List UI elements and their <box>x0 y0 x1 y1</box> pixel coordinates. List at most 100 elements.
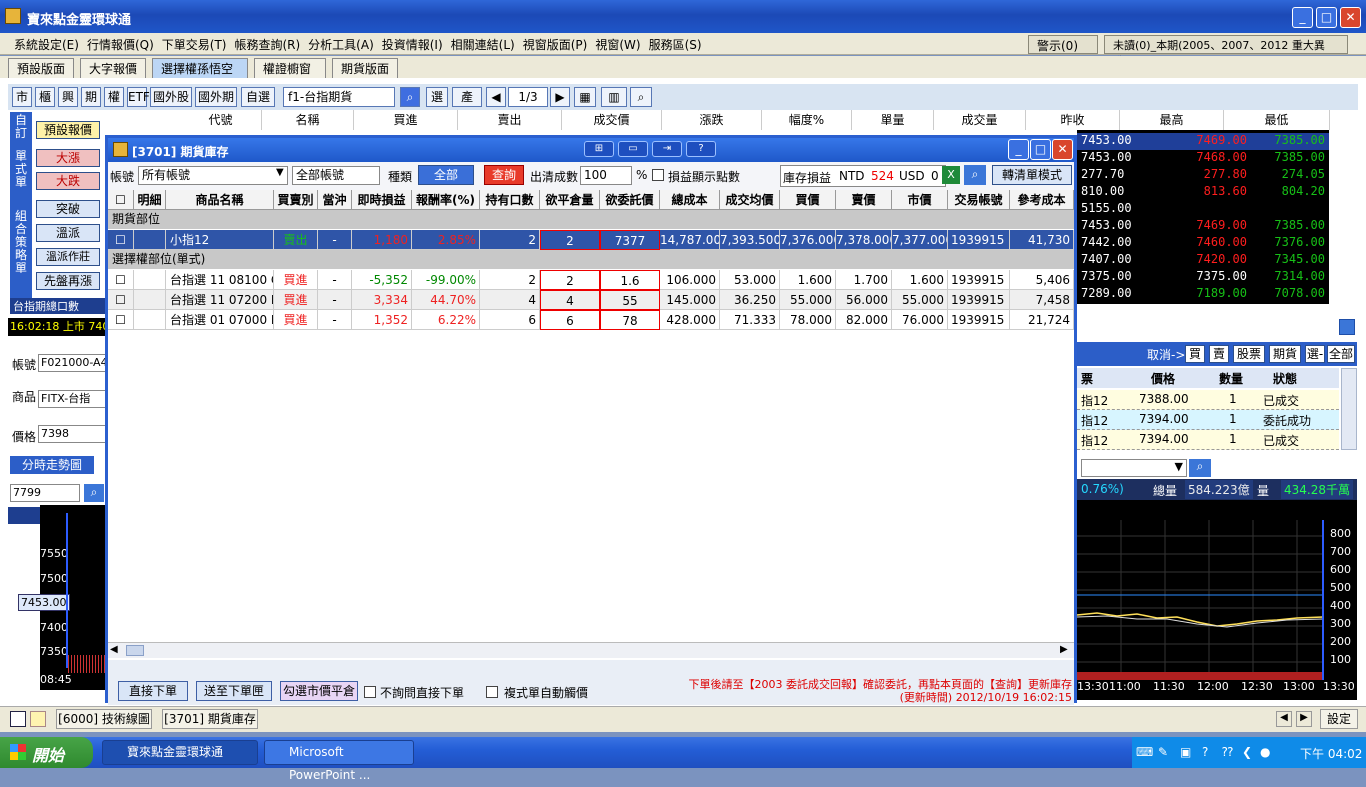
price-field[interactable]: 7398 <box>38 425 106 443</box>
menu-item[interactable]: 行情報價(Q) <box>83 33 158 56</box>
menu-item[interactable]: 投資情報(I) <box>378 33 447 56</box>
custom-button[interactable]: 自選 <box>241 87 275 107</box>
type-dropdown[interactable]: 全部 <box>418 165 474 185</box>
alert-button[interactable]: 警示(0) <box>1028 35 1098 54</box>
sell-button[interactable]: 賣 <box>1209 345 1229 363</box>
close-icon[interactable]: ✕ <box>1340 7 1361 28</box>
panel-icon[interactable] <box>1339 319 1355 335</box>
convert-mode-button[interactable]: 轉清單模式 <box>992 165 1072 185</box>
menu-item[interactable]: 下單交易(T) <box>158 33 231 56</box>
close-qty-input[interactable]: 4 <box>540 290 600 310</box>
order-price-input[interactable]: 7377 <box>600 230 660 250</box>
scroll-left-icon[interactable]: ◀ <box>1276 711 1292 727</box>
scroll-right-icon[interactable]: ▶ <box>1296 711 1312 727</box>
big-up-button[interactable]: 大漲 <box>36 149 100 167</box>
all-filter-button[interactable]: 全部 <box>1327 345 1355 363</box>
otc-button[interactable]: 櫃 <box>35 87 55 107</box>
network-icon[interactable]: ▣ <box>1180 745 1191 759</box>
first-button[interactable]: 先盤再漲 <box>36 272 100 290</box>
window-icon[interactable]: ▭ <box>618 141 648 157</box>
chart-select[interactable]: ▼ <box>1081 459 1187 477</box>
help-icon[interactable]: ? <box>686 141 716 157</box>
table-row[interactable]: 5155.00 <box>1077 201 1329 218</box>
help-icon[interactable]: ? <box>1202 745 1208 759</box>
select-button[interactable]: 選 <box>426 87 448 107</box>
folder-icon[interactable] <box>30 711 46 727</box>
table-row[interactable]: 7442.00 7460.00 7376.00 <box>1077 235 1329 252</box>
menu-item[interactable]: 服務區(S) <box>645 33 706 56</box>
account-field[interactable]: F021000-A41 <box>38 354 106 372</box>
table-row[interactable]: ☐ 台指選 11 07200 P 買進 - 3,334 44.70% 4 4 5… <box>108 290 1074 310</box>
close-qty-input[interactable]: 2 <box>540 270 600 290</box>
tab-warrants[interactable]: 權證櫥窗 <box>254 58 326 78</box>
tool-icon[interactable]: ✎ <box>1158 745 1168 759</box>
menu-item[interactable]: 相關連結(L) <box>447 33 519 56</box>
table-row[interactable]: 7453.00 7469.00 7385.00 <box>1077 218 1329 235</box>
menu-item[interactable]: 系統設定(E) <box>10 33 83 56</box>
direct-order-button[interactable]: 直接下單 <box>118 681 188 701</box>
prev-page-icon[interactable]: ◀ <box>486 87 506 107</box>
auto-trigger-checkbox[interactable] <box>486 686 498 698</box>
excel-icon[interactable]: X <box>942 166 960 184</box>
qty-select[interactable]: 100 <box>580 166 632 185</box>
scroll-right-icon[interactable]: ▶ <box>1060 644 1068 655</box>
tab-default[interactable]: 預設版面 <box>8 58 74 78</box>
unread-button[interactable]: 未讀(0)_本期(2005、2007、2012 重大異動) <box>1104 35 1348 68</box>
minimize-icon[interactable]: _ <box>1292 7 1313 28</box>
send-to-box-button[interactable]: 送至下單匣 <box>196 681 272 701</box>
grid-icon[interactable]: ▦ <box>574 87 596 107</box>
trend-select[interactable]: 7799 <box>10 484 80 502</box>
warm-button[interactable]: 溫派 <box>36 224 100 242</box>
table-row[interactable]: ☐ 台指選 11 08100 C 買進 - -5,352 -99.00% 2 2… <box>108 270 1074 290</box>
horizontal-scrollbar[interactable]: ◀ ▶ <box>108 642 1074 658</box>
taskitem-app[interactable]: 寶來點金靈環球通 <box>102 740 258 765</box>
shield-icon[interactable]: ● <box>1260 745 1270 759</box>
export-icon[interactable]: ⇥ <box>652 141 682 157</box>
foreign-stock-button[interactable]: 國外股 <box>150 87 192 107</box>
row-checkbox[interactable]: ☐ <box>108 230 134 250</box>
scroll-left-icon[interactable]: ◀ <box>110 644 118 655</box>
industry-button[interactable]: 產 <box>452 87 482 107</box>
options-filter-button[interactable]: 選- <box>1305 345 1325 363</box>
order-scrollbar[interactable] <box>1341 368 1357 450</box>
window-icon[interactable] <box>10 711 26 727</box>
chevron-down-icon[interactable]: ▼ <box>276 167 284 178</box>
table-row[interactable]: 指12 7394.00 1 已成交 <box>1077 430 1339 450</box>
search-icon[interactable]: ⌕ <box>400 87 420 107</box>
close-icon[interactable]: ✕ <box>1052 139 1073 160</box>
order-price-input[interactable]: 55 <box>600 290 660 310</box>
query-button[interactable]: 查詢 <box>484 165 524 185</box>
breakout-button[interactable]: 突破 <box>36 200 100 218</box>
keyboard-icon[interactable]: ⌨ <box>1136 745 1153 759</box>
trend-tab[interactable]: 分時走勢圖 <box>10 456 94 474</box>
row-checkbox[interactable]: ☐ <box>108 290 134 310</box>
search-icon[interactable]: ⌕ <box>84 484 104 502</box>
market-button[interactable]: 市 <box>12 87 32 107</box>
menu-item[interactable]: 視窗版面(P) <box>519 33 592 56</box>
preset-quote-button[interactable]: 預設報價 <box>36 121 100 139</box>
search-icon[interactable]: ⌕ <box>964 165 986 185</box>
maximize-icon[interactable]: □ <box>1030 139 1051 160</box>
table-row[interactable]: ☐ 小指12 賣出 - 1,180 2.85% 2 2 7377 14,787.… <box>108 230 1074 250</box>
product-select[interactable]: f1-台指期貨 <box>283 87 395 107</box>
table-row[interactable]: 810.00 813.60 804.20 <box>1077 184 1329 201</box>
foreign-fut-button[interactable]: 國外期 <box>195 87 237 107</box>
layout-icon[interactable]: ⊞ <box>584 141 614 157</box>
table-row[interactable]: 7289.00 7189.00 7078.00 <box>1077 286 1329 303</box>
scroll-thumb[interactable] <box>126 645 144 656</box>
account-select[interactable]: 所有帳號 <box>138 166 288 185</box>
next-page-icon[interactable]: ▶ <box>550 87 570 107</box>
table-row[interactable]: ☐ 台指選 01 07000 P 買進 - 1,352 6.22% 6 6 78… <box>108 310 1074 330</box>
account-name-field[interactable]: 全部帳號 <box>292 166 380 185</box>
emerging-button[interactable]: 興 <box>58 87 78 107</box>
close-qty-input[interactable]: 2 <box>540 230 600 250</box>
big-down-button[interactable]: 大跌 <box>36 172 100 190</box>
etf-button[interactable]: ETF <box>127 87 150 107</box>
table-row[interactable]: 7375.00 7375.00 7314.00 <box>1077 269 1329 286</box>
warm-maker-button[interactable]: 溫派作莊 <box>36 248 100 266</box>
order-price-input[interactable]: 78 <box>600 310 660 330</box>
tab-options[interactable]: 選擇權孫悟空 <box>152 58 248 78</box>
buy-button[interactable]: 買 <box>1185 345 1205 363</box>
row-checkbox[interactable]: ☐ <box>108 310 134 330</box>
taskitem-powerpoint[interactable]: Microsoft PowerPoint ... <box>264 740 414 782</box>
